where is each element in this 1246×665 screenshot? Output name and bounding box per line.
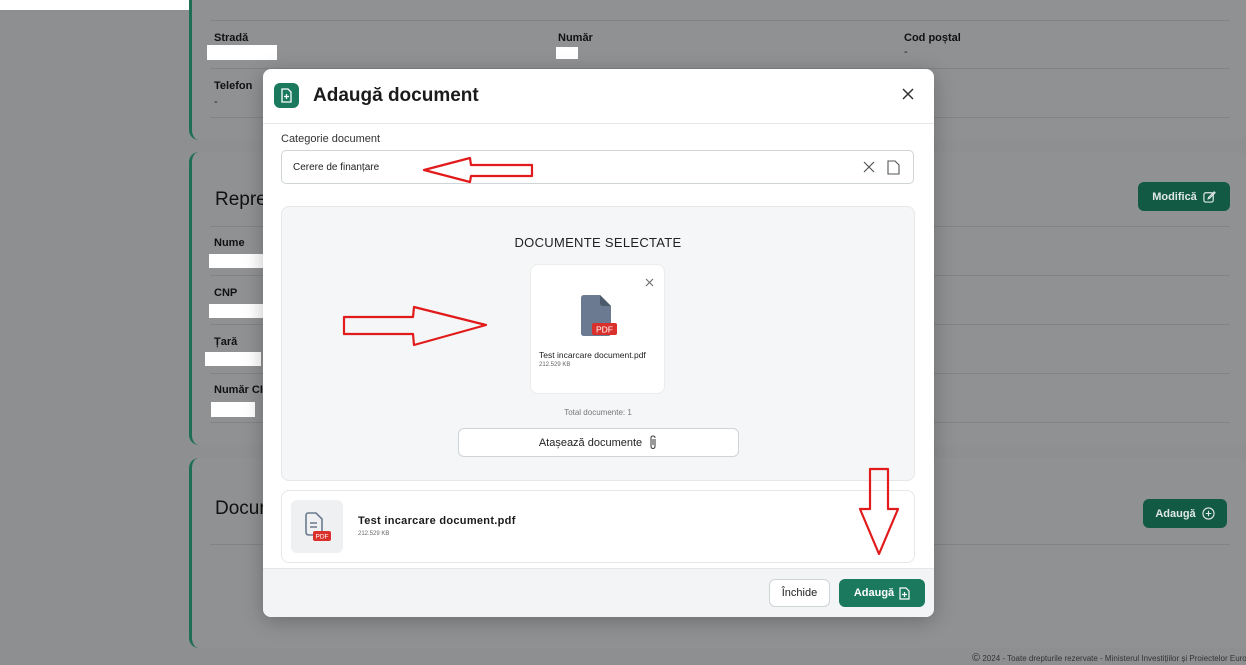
add-document-button[interactable]: Adaugă (1143, 499, 1227, 528)
pdf-file-icon: PDF (581, 295, 617, 336)
edit-button[interactable]: Modifică (1138, 182, 1230, 211)
add-document-button-label: Adaugă (1155, 507, 1196, 520)
selected-file-name: Test incarcare document.pdf (539, 350, 646, 360)
country-value-redacted (205, 352, 261, 366)
modal-footer: Închide Adaugă (263, 568, 934, 617)
edit-button-label: Modifică (1152, 190, 1197, 203)
attach-documents-label: Atașează documente (538, 436, 643, 449)
total-documents: Total documente: 1 (564, 408, 632, 417)
attach-documents-button[interactable]: Atașează documente (458, 428, 739, 457)
document-add-icon (899, 586, 910, 600)
copyright-icon: © (972, 652, 981, 664)
document-add-icon (274, 83, 299, 108)
annotation-arrow-left (422, 156, 534, 184)
selected-documents-title: DOCUMENTE SELECTATE (514, 235, 682, 250)
selected-file-size: 212.529 KB (539, 362, 571, 368)
modal-header: Adaugă document (263, 69, 934, 124)
document-icon (887, 160, 900, 175)
phone-label: Telefon (214, 80, 253, 92)
number-label: Număr (558, 32, 593, 44)
plus-circle-icon (1202, 507, 1215, 520)
pdf-badge-text: PDF (596, 325, 613, 335)
id-number-value-redacted (211, 402, 255, 417)
footer-copyright: © 2024 - Toate drepturile rezervate - Mi… (972, 652, 1246, 664)
country-label: Țară (214, 336, 238, 348)
uploaded-file-size: 212.529 KB (358, 531, 390, 537)
uploaded-file-name: Test incarcare document.pdf (358, 515, 516, 527)
street-label: Stradă (214, 32, 249, 44)
close-button[interactable]: Închide (769, 579, 830, 607)
add-button[interactable]: Adaugă (839, 579, 925, 607)
add-button-label: Adaugă (853, 587, 895, 599)
paperclip-icon (650, 435, 656, 450)
cnp-label: CNP (214, 287, 238, 299)
category-value: Cerere de finanțare (293, 162, 380, 173)
documents-title: Docun (215, 498, 270, 519)
postal-code-value: - (904, 46, 908, 58)
uploaded-file-icon-box: PDF (291, 500, 343, 553)
phone-value: - (214, 96, 218, 108)
category-select[interactable]: Cerere de finanțare (281, 150, 914, 184)
street-value-redacted (207, 45, 277, 60)
number-value-redacted (556, 47, 578, 59)
annotation-arrow-right (342, 305, 488, 347)
postal-code-label: Cod poștal (904, 32, 961, 44)
clear-icon[interactable] (863, 161, 875, 173)
id-number-label: Număr CI (214, 384, 263, 396)
uploaded-file-row: PDF Test incarcare document.pdf 212.529 … (281, 490, 915, 563)
remove-file-icon[interactable] (645, 278, 654, 287)
name-value-redacted (209, 254, 269, 268)
pdf-badge-text: PDF (316, 534, 329, 541)
footer-text: 2024 - Toate drepturile rezervate - Mini… (982, 654, 1246, 663)
cnp-value-redacted (209, 304, 269, 318)
annotation-arrow-down (858, 467, 900, 556)
divider (210, 20, 1230, 21)
category-label: Categorie document (281, 133, 381, 145)
edit-icon (1203, 191, 1216, 203)
modal-title: Adaugă document (313, 85, 479, 106)
selected-file-card: PDF Test incarcare document.pdf 212.529 … (530, 264, 665, 394)
pdf-document-icon: PDF (305, 512, 331, 541)
close-icon[interactable] (900, 86, 916, 102)
name-label: Nume (214, 237, 245, 249)
